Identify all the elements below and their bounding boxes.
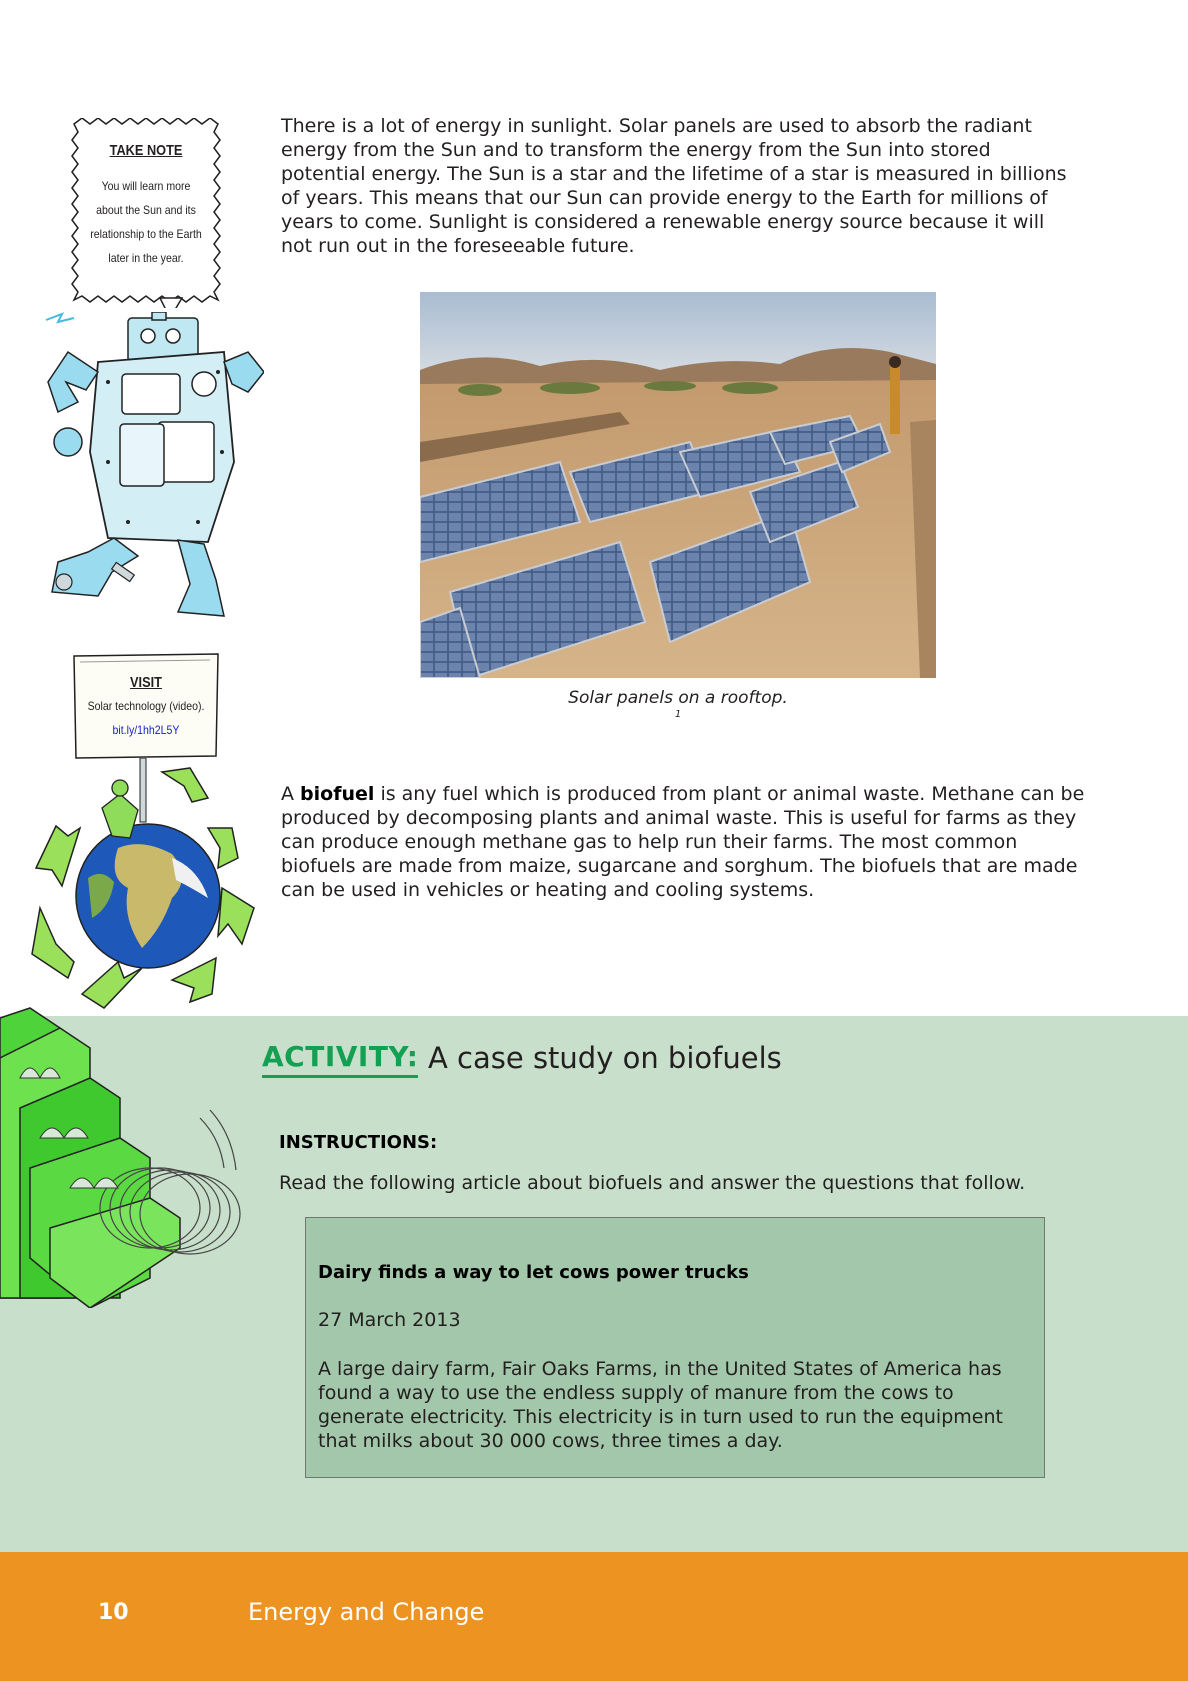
article-box: Dairy finds a way to let cows power truc… bbox=[305, 1217, 1045, 1478]
page-footer: 10 Energy and Change bbox=[0, 1552, 1188, 1681]
take-note-line: You will learn more bbox=[101, 179, 191, 193]
article-date: 27 March 2013 bbox=[318, 1309, 461, 1331]
take-note-title: TAKE NOTE bbox=[109, 142, 183, 159]
take-note-line: later in the year. bbox=[108, 251, 184, 265]
stairs-spring-illustration bbox=[0, 1007, 241, 1308]
solar-panels-photo bbox=[420, 292, 936, 678]
visit-text: Solar technology (video). bbox=[87, 699, 205, 713]
earth-recycle-illustration bbox=[31, 758, 255, 1009]
solar-energy-paragraph: There is a lot of energy in sunlight. So… bbox=[281, 115, 1067, 257]
biofuel-term: biofuel bbox=[300, 783, 375, 805]
photo-footnote: 1 bbox=[674, 709, 682, 720]
book-title: Energy and Change bbox=[248, 1598, 485, 1626]
biofuel-intro: A bbox=[281, 783, 301, 805]
biofuel-definition: is any fuel which is produced from plant… bbox=[281, 783, 1085, 901]
visit-title: VISIT bbox=[130, 674, 162, 691]
instructions-heading: INSTRUCTIONS: bbox=[279, 1132, 438, 1153]
page-number: 10 bbox=[98, 1600, 129, 1625]
biofuel-paragraph: A biofuel is any fuel which is produced … bbox=[281, 782, 1091, 902]
article-headline: Dairy finds a way to let cows power truc… bbox=[318, 1262, 749, 1283]
visit-box: VISIT Solar technology (video). bit.ly/1… bbox=[70, 652, 222, 760]
take-note-line: relationship to the Earth bbox=[90, 227, 202, 241]
instructions-text: Read the following article about biofuel… bbox=[279, 1172, 1026, 1194]
visit-link[interactable]: bit.ly/1hh2L5Y bbox=[79, 718, 213, 742]
photo-caption: Solar panels on a rooftop. bbox=[568, 688, 788, 708]
robot-illustration bbox=[45, 312, 264, 617]
activity-title: A case study on biofuels bbox=[428, 1041, 782, 1075]
article-body: A large dairy farm, Fair Oaks Farms, in … bbox=[318, 1358, 1003, 1452]
take-note-line: about the Sun and its bbox=[96, 203, 196, 217]
take-note-box: TAKE NOTE You will learn more about the … bbox=[70, 118, 222, 308]
activity-label: ACTIVITY: bbox=[262, 1040, 419, 1078]
